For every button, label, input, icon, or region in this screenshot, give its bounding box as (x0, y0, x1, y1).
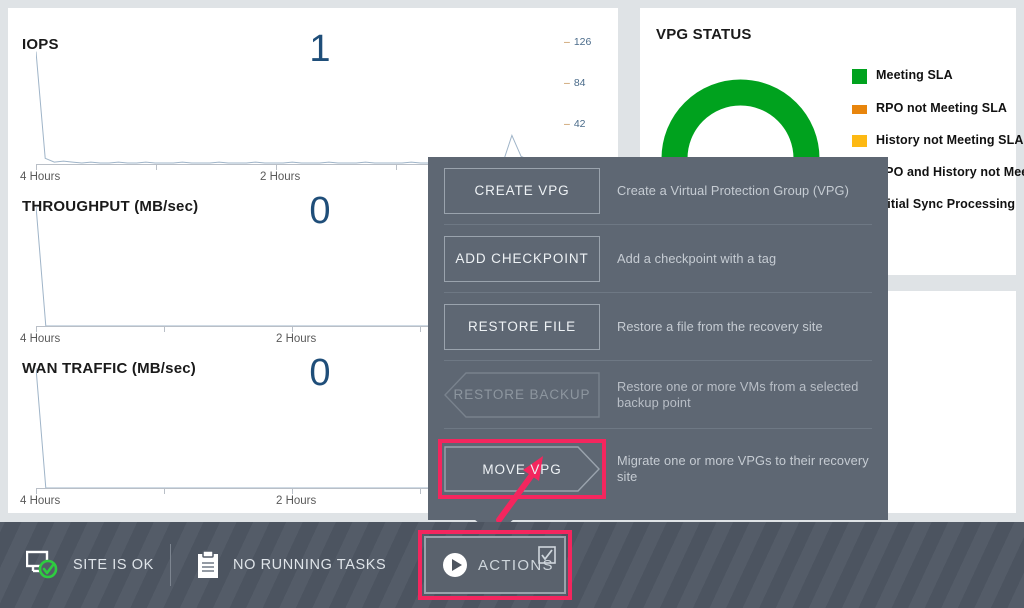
action-row-restore-file[interactable]: RESTORE FILE Restore a file from the rec… (444, 293, 872, 361)
restore-backup-label: RESTORE BACKUP (454, 387, 591, 402)
monitor-check-icon (26, 550, 60, 580)
clipboard-icon (196, 550, 220, 580)
legend-label: History not Meeting SLA (876, 133, 1023, 148)
checkbox-checked-icon[interactable] (538, 546, 556, 564)
site-status-label: SITE IS OK (73, 557, 154, 573)
y-tick-126: 126 (574, 36, 592, 48)
status-bar: SITE IS OK NO RUNNING TASKS ACTIONS (0, 522, 1024, 608)
legend-swatch-green-icon (852, 69, 867, 84)
chart-wan-xlabel-2h: 2 Hours (276, 495, 316, 507)
site-status-item[interactable]: SITE IS OK (26, 522, 154, 608)
chart-wan-xlabel-4h: 4 Hours (20, 495, 60, 507)
restore-file-description: Restore a file from the recovery site (617, 319, 823, 335)
legend-swatch-orange-icon (852, 105, 867, 114)
restore-backup-button: RESTORE BACKUP (444, 372, 600, 418)
vpg-status-title: VPG STATUS (656, 26, 752, 43)
restore-file-label: RESTORE FILE (468, 319, 576, 334)
create-vpg-button[interactable]: CREATE VPG (444, 168, 600, 214)
legend-label: Initial Sync Processing (876, 197, 1015, 212)
running-tasks-item[interactable]: NO RUNNING TASKS (196, 522, 386, 608)
annotation-arrow-icon (485, 448, 557, 526)
restore-file-button[interactable]: RESTORE FILE (444, 304, 600, 350)
add-checkpoint-description: Add a checkpoint with a tag (617, 251, 776, 267)
legend-label: RPO and History not Meeting SLA (876, 165, 1024, 180)
legend-label: RPO not Meeting SLA (876, 101, 1007, 116)
chart-throughput-xlabel-2h: 2 Hours (276, 333, 316, 345)
statusbar-divider (170, 544, 171, 586)
chart-iops: IOPS 1 –126 –84 –42 –0 4 Hours 2 Hours (8, 36, 618, 176)
actions-button[interactable]: ACTIONS (424, 536, 566, 594)
legend-item: Meeting SLA (852, 68, 1024, 84)
create-vpg-label: CREATE VPG (474, 183, 569, 198)
actions-popup-panel: CREATE VPG Create a Virtual Protection G… (428, 157, 888, 520)
restore-backup-description: Restore one or more VMs from a selected … (617, 379, 872, 411)
chart-iops-xlabel-4h: 4 Hours (20, 171, 60, 183)
chart-iops-sparkline (36, 44, 576, 164)
chart-throughput-xlabel-4h: 4 Hours (20, 333, 60, 345)
add-checkpoint-label: ADD CHECKPOINT (455, 251, 588, 266)
action-row-create-vpg[interactable]: CREATE VPG Create a Virtual Protection G… (444, 157, 872, 225)
move-vpg-label: MOVE VPG (482, 462, 561, 477)
action-row-add-checkpoint[interactable]: ADD CHECKPOINT Add a checkpoint with a t… (444, 225, 872, 293)
legend-swatch-yellow-icon (852, 135, 867, 147)
legend-item: History not Meeting SLA (852, 133, 1024, 148)
play-circle-icon (442, 552, 468, 578)
action-row-restore-backup: RESTORE BACKUP Restore one or more VMs f… (444, 361, 872, 429)
chart-iops-xlabel-2h: 2 Hours (260, 171, 300, 183)
add-checkpoint-button[interactable]: ADD CHECKPOINT (444, 236, 600, 282)
running-tasks-label: NO RUNNING TASKS (233, 557, 386, 573)
create-vpg-description: Create a Virtual Protection Group (VPG) (617, 183, 849, 199)
legend-item: RPO not Meeting SLA (852, 101, 1024, 116)
legend-label: Meeting SLA (876, 68, 953, 83)
move-vpg-description: Migrate one or more VPGs to their recove… (617, 453, 872, 485)
